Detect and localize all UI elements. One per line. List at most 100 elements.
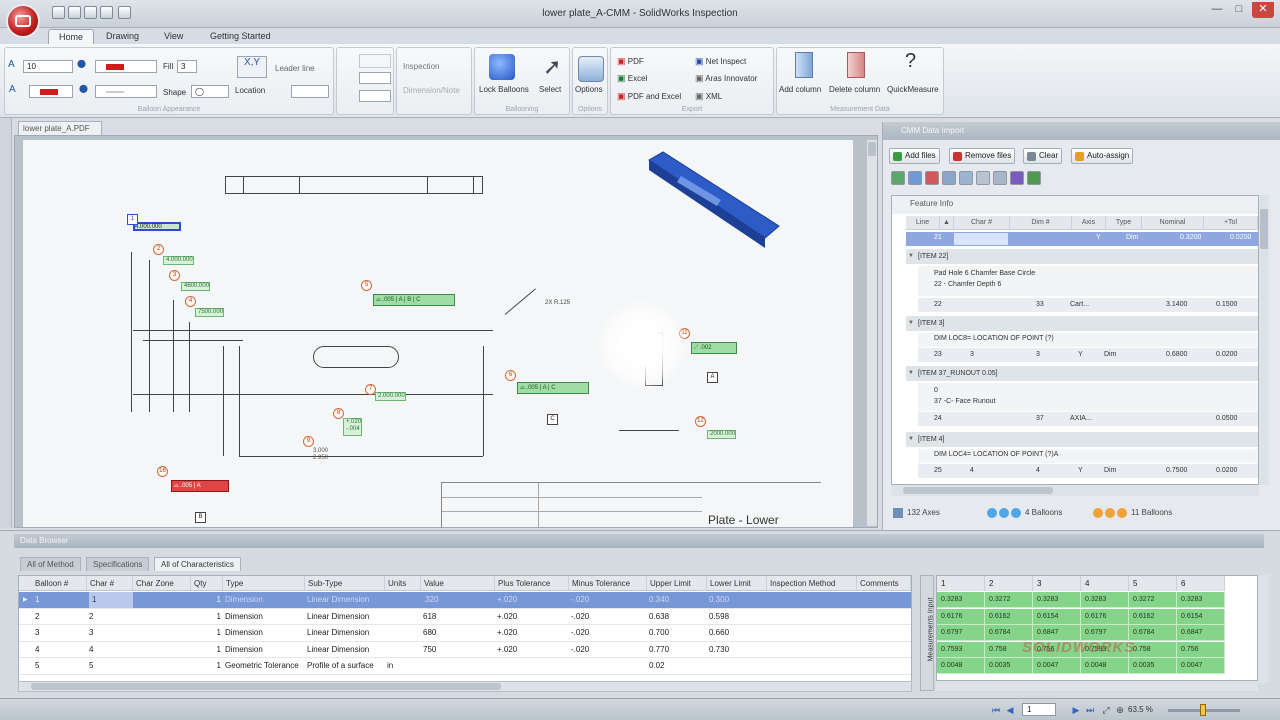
cell-value[interactable]: .320 [423, 592, 493, 608]
tab-specifications[interactable]: Specifications [86, 557, 150, 571]
column-header[interactable]: Char Zone [133, 576, 191, 591]
tab-home[interactable]: Home [48, 29, 95, 44]
measurement-cell[interactable]: 0.6154 [1033, 608, 1081, 625]
export-net-inspect-button[interactable]: ▣ Net Inspect [695, 56, 746, 67]
export-aras-button[interactable]: ▣ Aras Innovator [695, 73, 757, 84]
measurement-row[interactable]: 0.3283 0.3272 0.3283 0.3283 0.3272 0.3283 [937, 592, 1257, 609]
filter-icon[interactable] [976, 171, 990, 185]
location-label[interactable]: Location [235, 86, 265, 95]
balloon[interactable]: 16 [157, 466, 168, 477]
toolbar-icon[interactable] [993, 171, 1007, 185]
remove-files-button[interactable]: Remove files [949, 148, 1016, 164]
options-button[interactable]: Options [575, 85, 603, 94]
export-xml-button[interactable]: ▣ XML [695, 91, 722, 102]
tab-view[interactable]: View [154, 29, 193, 44]
column-header[interactable]: 5 [1129, 576, 1177, 591]
group-header[interactable]: [ITEM 37_RUNOUT 0.05] [906, 366, 1258, 381]
document-viewer[interactable]: 4.000.000 4.000.000 4600.000 7500.000 2.… [14, 135, 878, 528]
balloon[interactable]: 3 [169, 270, 180, 281]
export-pdf-button[interactable]: ▣ PDF [617, 56, 644, 67]
zoom-icon[interactable]: ⊕ [1114, 704, 1126, 716]
column-header[interactable]: Qty [191, 576, 223, 591]
balloon[interactable]: 12 [695, 416, 706, 427]
tab-getting-started[interactable]: Getting Started [200, 29, 281, 44]
measurement-cell[interactable]: 0.6784 [1129, 625, 1177, 641]
cell-char[interactable]: 5 [89, 658, 133, 674]
table-row-selected[interactable]: 21 Y Dim 0.3200 0.0200 [906, 232, 1258, 246]
column-header[interactable]: Sub-Type [305, 576, 385, 591]
lock-balloons-icon[interactable] [489, 54, 515, 80]
border-color-picker[interactable] [95, 85, 157, 98]
group-header[interactable]: [ITEM 22] [906, 249, 1258, 264]
maximize-button[interactable]: □ [1228, 2, 1250, 18]
measurement-cell[interactable]: 0.0035 [1129, 658, 1177, 674]
column-header[interactable]: Comments [857, 576, 911, 591]
column-header[interactable]: 4 [1081, 576, 1129, 591]
scroll-thumb[interactable] [903, 487, 1053, 494]
balloon-selected[interactable]: 1 [127, 214, 138, 225]
table-row[interactable]: 22 33 Cart... 3.1400 0.1500 [918, 298, 1258, 312]
char-edit-cell[interactable] [954, 233, 1008, 245]
group-header[interactable]: [ITEM 4] [906, 432, 1258, 447]
fcf-box[interactable]: ⌓ .005 | A | B | C [373, 294, 455, 306]
table-row[interactable]: 3 3 1 Dimension Linear Dimension 680 +.020 -.02… [19, 625, 911, 642]
measurement-cell[interactable]: 0.6162 [1129, 608, 1177, 625]
column-header[interactable]: Plus Tolerance [495, 576, 569, 591]
measurement-cell[interactable]: 0.3283 [1177, 592, 1225, 608]
column-header[interactable]: Value [421, 576, 495, 591]
measurement-row[interactable]: 0.0048 0.0035 0.0047 0.0048 0.0035 0.0047 [937, 658, 1257, 675]
scroll-thumb[interactable] [31, 683, 501, 690]
column-header[interactable]: 3 [1033, 576, 1081, 591]
app-menu-logo-icon[interactable] [6, 4, 40, 38]
add-column-button[interactable]: Add column [779, 85, 821, 94]
measurement-cell[interactable]: 0.7593 [937, 641, 985, 658]
measurement-cell[interactable]: 0.0035 [985, 658, 1033, 674]
next-page-icon[interactable]: ▶ [1070, 704, 1082, 716]
measurement-cell[interactable]: 0.6176 [1081, 608, 1129, 625]
measurement-cell[interactable]: 0.6154 [1177, 608, 1225, 625]
cell-char[interactable]: 1 [89, 592, 133, 608]
scroll-thumb[interactable] [1260, 209, 1268, 249]
dim-label[interactable]: 7500.000 [195, 308, 225, 317]
column-header[interactable]: Char # [954, 216, 1010, 230]
table-row[interactable]: 2 2 1 Dimension Linear Dimension 618 +.020 -.02… [19, 609, 911, 625]
delete-column-icon[interactable] [847, 52, 865, 78]
chart-icon[interactable] [1010, 171, 1024, 185]
inspection-label[interactable]: Inspection [403, 62, 439, 71]
clear-button[interactable]: Clear [1023, 148, 1063, 164]
toolbar-icon[interactable] [959, 171, 973, 185]
toolbar-icon[interactable] [908, 171, 922, 185]
column-header[interactable]: 2 [985, 576, 1033, 591]
measurement-cell[interactable]: 0.3272 [1129, 592, 1177, 608]
measurement-cell[interactable]: 0.6797 [937, 625, 985, 641]
balloon[interactable]: 8 [333, 408, 344, 419]
drawing-sheet[interactable]: 4.000.000 4.000.000 4600.000 7500.000 2.… [23, 140, 853, 527]
measurements-grid[interactable]: 1 2 3 4 5 6 0.3283 0.3272 0.3283 0.3283 0.32… [936, 575, 1258, 681]
column-header[interactable]: Inspection Method [767, 576, 857, 591]
scroll-thumb[interactable] [868, 142, 876, 156]
text-color-picker[interactable] [29, 85, 73, 98]
column-header[interactable]: Type [223, 576, 305, 591]
add-files-button[interactable]: Add files [889, 148, 940, 164]
cell-value[interactable]: 750 [423, 642, 493, 658]
dim-label[interactable]: 2.000.000 [375, 392, 406, 401]
column-header[interactable]: Axis [1072, 216, 1106, 230]
grid-horizontal-scrollbar[interactable] [891, 485, 1259, 496]
balloon[interactable]: 5 [361, 280, 372, 291]
group-header[interactable]: [ITEM 3] [906, 316, 1258, 331]
table-row[interactable]: 5 5 1 Geometric Tolerance Profile of a surfa… [19, 658, 911, 675]
tab-all-of-method[interactable]: All of Method [20, 557, 81, 571]
toolbar-icon[interactable] [891, 171, 905, 185]
measurement-cell[interactable]: 0.6162 [985, 608, 1033, 625]
column-header[interactable]: 1 [937, 576, 985, 591]
measurement-cell[interactable]: 0.3283 [937, 592, 985, 608]
fcf-box[interactable]: ⌓ .005 | A | C [517, 382, 589, 394]
leader-line-label[interactable]: Leader line [275, 64, 315, 73]
column-header[interactable]: Minus Tolerance [569, 576, 647, 591]
leader-style-combo[interactable] [291, 85, 329, 98]
measurements-horizontal-scrollbar[interactable] [936, 681, 1258, 691]
page-number-input[interactable]: 1 [1022, 703, 1056, 716]
column-header[interactable]: Type [1106, 216, 1142, 230]
export-excel-button[interactable]: ▣ Excel [617, 73, 647, 84]
column-header[interactable]: Lower Limit [707, 576, 767, 591]
